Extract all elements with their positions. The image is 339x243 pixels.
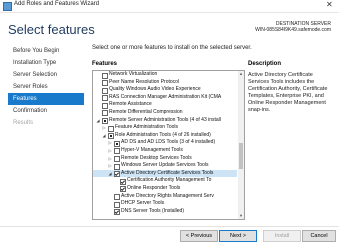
feature-row[interactable]: Peer Name Resolution Protocol — [93, 79, 237, 87]
feature-label: Quality Windows Audio Video Experience — [109, 86, 201, 93]
feature-checkbox[interactable] — [102, 72, 108, 79]
description-label: Description — [248, 61, 282, 67]
feature-row[interactable]: ▷ Hyper-V Management Tools — [93, 147, 237, 155]
feature-label: Certification Authority Management To — [127, 177, 212, 184]
feature-label: Peer Name Resolution Protocol — [109, 78, 180, 85]
install-button[interactable]: Install — [263, 230, 301, 242]
feature-label: Remote Assistance — [109, 101, 152, 108]
nav-item-confirmation[interactable]: Confirmation — [8, 105, 84, 117]
feature-label: Remote Desktop Services Tools — [121, 154, 192, 161]
feature-row[interactable]: Online Responder Tools — [93, 185, 237, 193]
feature-checkbox[interactable] — [102, 110, 108, 117]
feature-label: DNS Server Tools (Installed) — [121, 207, 184, 214]
intro-text: Select one or more features to install o… — [92, 45, 252, 51]
feature-checkbox[interactable] — [114, 148, 120, 155]
feature-checkbox[interactable] — [114, 194, 120, 200]
feature-checkbox[interactable] — [114, 163, 120, 170]
feature-row[interactable]: Remote Assistance — [93, 101, 237, 109]
expand-icon[interactable]: ▷ — [108, 148, 112, 153]
feature-row[interactable]: ▷ Feature Administration Tools — [93, 124, 237, 132]
feature-checkbox[interactable] — [102, 80, 108, 87]
close-icon[interactable]: ✕ — [326, 0, 333, 10]
features-tree[interactable]: Network Virtualization Peer Name Resoluti… — [92, 70, 245, 220]
feature-row[interactable]: ◢ Role Administration Tools (4 of 26 inst… — [93, 132, 237, 140]
nav-item-features[interactable]: Features — [8, 93, 84, 105]
feature-label: Network Virtualization — [109, 71, 158, 77]
feature-checkbox[interactable] — [108, 125, 114, 132]
feature-row[interactable]: ▷ Windows Server Update Services Tools — [93, 162, 237, 170]
feature-row[interactable]: RAS Connection Manager Administration Ki… — [93, 94, 237, 102]
scroll-up-icon[interactable]: ▲ — [238, 71, 244, 77]
feature-checkbox[interactable] — [114, 140, 120, 147]
window-title-bar: Add Roles and Features Wizard ✕ — [0, 0, 339, 13]
feature-row[interactable]: Quality Windows Audio Video Experience — [93, 86, 237, 94]
feature-checkbox[interactable] — [120, 178, 126, 185]
feature-checkbox[interactable] — [102, 95, 108, 102]
nav-item-server-roles[interactable]: Server Roles — [8, 81, 84, 93]
feature-row[interactable]: Network Virtualization — [93, 71, 237, 79]
feature-label: Windows Server Update Services Tools — [121, 162, 209, 169]
feature-label: Remote Differential Compression — [109, 108, 183, 115]
nav-item-before-you-begin[interactable]: Before You Begin — [8, 45, 84, 57]
feature-row[interactable]: Remote Differential Compression — [93, 109, 237, 117]
feature-checkbox[interactable] — [108, 133, 114, 140]
feature-row[interactable]: ◢ Remote Server Administration Tools (4 o… — [93, 117, 237, 125]
collapse-icon[interactable]: ◢ — [108, 171, 112, 176]
expand-icon[interactable]: ▷ — [108, 156, 112, 161]
feature-label: RAS Connection Manager Administration Ki… — [109, 93, 222, 100]
previous-button[interactable]: < Previous — [180, 230, 218, 242]
feature-row[interactable]: Active Directory Rights Management Serv — [93, 193, 237, 201]
feature-row[interactable]: DHCP Server Tools — [93, 200, 237, 208]
feature-checkbox[interactable] — [102, 87, 108, 94]
feature-checkbox[interactable] — [114, 171, 120, 178]
feature-checkbox[interactable] — [102, 102, 108, 109]
scroll-thumb[interactable] — [239, 143, 243, 169]
features-scrollbar[interactable]: ▲ ▼ — [238, 71, 244, 219]
wizard-nav: Before You Begin Installation Type Server … — [8, 45, 84, 129]
wizard-icon — [3, 2, 12, 11]
description-text: Active Directory Certificate Services To… — [248, 72, 328, 113]
feature-checkbox[interactable] — [114, 156, 120, 163]
feature-label: AD DS and AD LDS Tools (3 of 4 installed… — [121, 139, 216, 146]
next-button[interactable]: Next > — [219, 230, 257, 242]
window-title: Add Roles and Features Wizard — [14, 1, 100, 7]
feature-row[interactable]: ▷ AD DS and AD LDS Tools (3 of 4 installe… — [93, 139, 237, 147]
collapse-icon[interactable]: ◢ — [96, 118, 100, 123]
feature-row[interactable]: ◢ Active Directory Certificate Services T… — [93, 169, 237, 178]
expand-icon[interactable]: ▷ — [108, 164, 112, 168]
feature-row[interactable]: ▷ Remote Desktop Services Tools — [93, 155, 237, 163]
nav-item-server-selection[interactable]: Server Selection — [8, 69, 84, 81]
features-label: Features — [92, 61, 118, 67]
expand-icon[interactable]: ▷ — [108, 141, 112, 145]
footer-divider — [0, 226, 339, 227]
feature-row[interactable]: Certification Authority Management To — [93, 177, 237, 185]
expand-icon[interactable]: ▷ — [102, 126, 106, 130]
page-title: Select features — [8, 22, 95, 37]
feature-checkbox[interactable] — [114, 209, 120, 216]
feature-label: Hyper-V Management Tools — [121, 146, 183, 153]
feature-row[interactable]: DNS Server Tools (Installed) — [93, 208, 237, 216]
features-tree-list: Network Virtualization Peer Name Resoluti… — [93, 71, 237, 216]
feature-label: Remote Server Administration Tools (4 of… — [109, 116, 221, 123]
feature-checkbox[interactable] — [114, 201, 120, 208]
feature-checkbox[interactable] — [120, 186, 126, 193]
collapse-icon[interactable]: ◢ — [102, 133, 106, 138]
feature-label: DHCP Server Tools — [121, 200, 165, 207]
feature-label: Role Administration Tools (4 of 26 insta… — [115, 131, 211, 138]
scroll-down-icon[interactable]: ▼ — [238, 213, 244, 219]
feature-label: Active Directory Certificate Services To… — [121, 169, 214, 176]
cancel-button[interactable]: Cancel — [302, 230, 336, 242]
feature-label: Active Directory Rights Management Serv — [121, 192, 214, 199]
feature-label: Feature Administration Tools — [115, 124, 178, 131]
nav-item-installation-type[interactable]: Installation Type — [8, 57, 84, 69]
nav-item-results: Results — [13, 120, 34, 126]
feature-label: Online Responder Tools — [127, 184, 181, 191]
feature-checkbox[interactable] — [102, 118, 108, 125]
destination-server-value: WIN-085S84I9K49.safemode.com — [255, 27, 331, 33]
